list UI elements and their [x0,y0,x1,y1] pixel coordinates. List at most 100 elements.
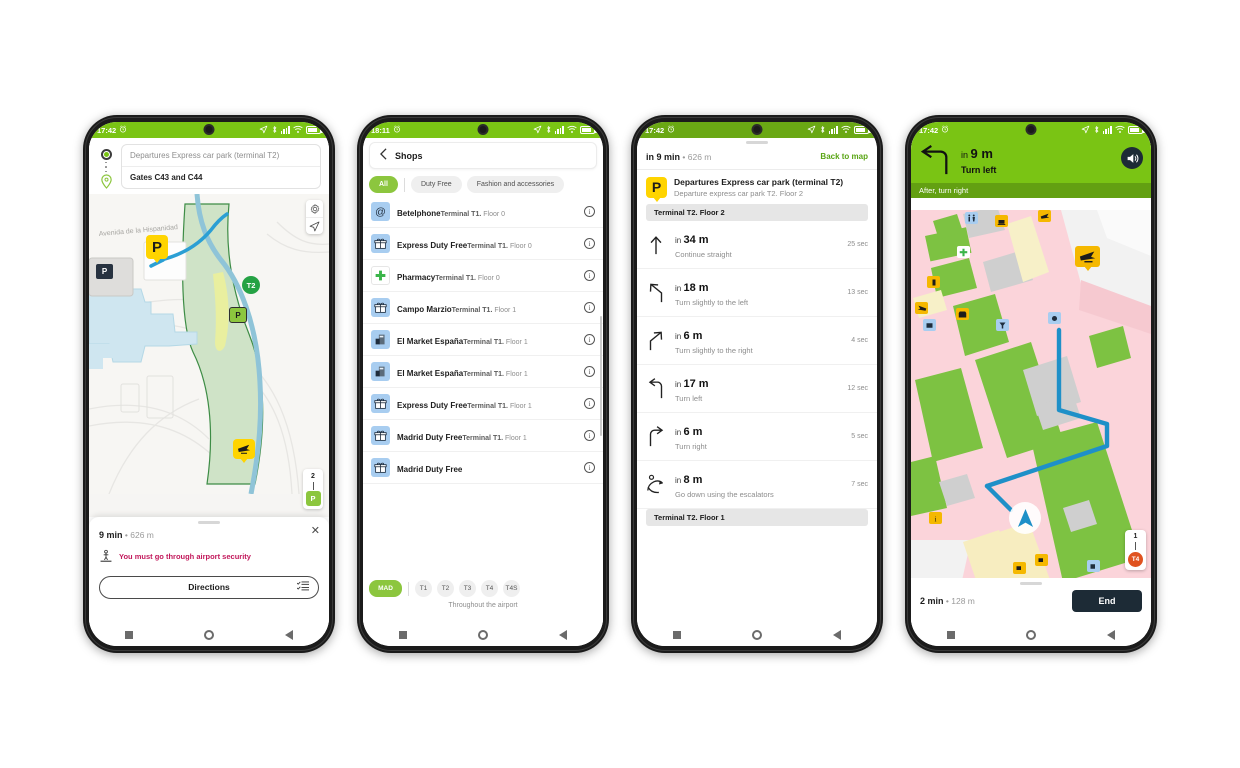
list-item[interactable]: Express Duty FreeTerminal T1. Floor 0 i [363,228,603,260]
sound-icon[interactable] [1121,147,1143,169]
info-icon[interactable]: i [584,430,595,441]
recent-apps-icon[interactable] [946,631,955,639]
map-marker-terminal-t2[interactable]: T2 [242,276,260,294]
direction-step[interactable]: in 8 m Go down using the escalators 7 se… [637,461,877,510]
back-icon[interactable] [285,630,294,640]
terminal-chip-t4[interactable]: T4 [481,580,498,597]
info-icon[interactable]: i [584,206,595,217]
floor-option-current[interactable]: T4 [1128,552,1143,567]
camera-notch [1025,124,1037,135]
poi-departures-icon[interactable] [1038,210,1051,222]
status-time: 17:42 [645,125,665,135]
step-instruction: Go down using the escalators [675,490,774,500]
list-scrollbar[interactable] [600,316,602,436]
direction-step[interactable]: in 17 m Turn left 12 sec [637,365,877,414]
recent-apps-icon[interactable] [398,631,407,639]
list-item[interactable]: PharmacyTerminal T1. Floor 0 i [363,260,603,292]
battery-icon [854,126,871,134]
map-canvas[interactable]: Avenida de la Hispanidad P T2 P P 2 P [89,194,329,517]
settings-gear-icon[interactable] [306,200,323,217]
floor-selector[interactable]: 1 T4 [1125,530,1146,570]
shops-list[interactable]: @ BetelphoneTerminal T1. Floor 0 i Expre… [363,196,603,574]
direction-step[interactable]: in 18 m Turn slightly to the left 13 sec [637,269,877,318]
info-icon[interactable]: i [584,398,595,409]
list-item[interactable]: Madrid Duty FreeTerminal T1. Floor 1 i [363,420,603,452]
close-icon[interactable]: ✕ [311,526,320,537]
sheet-grabber[interactable] [198,521,220,524]
info-icon[interactable]: i [584,462,595,473]
poi-gate-icon[interactable] [996,319,1009,331]
list-item[interactable]: Campo MarzioTerminal T1. Floor 1 i [363,292,603,324]
phone-1-map-overview: 17:42 Departures Express car park (termi… [83,115,335,653]
back-icon[interactable] [1107,630,1116,640]
filter-chip-all[interactable]: All [369,176,398,193]
home-icon[interactable] [203,630,214,640]
poi-baggage-cart-icon-2[interactable] [1035,554,1048,566]
poi-baggage-cart-icon[interactable] [1013,562,1026,574]
filter-chip-fashion[interactable]: Fashion and accessories [466,176,565,193]
terminal-chip-t2[interactable]: T2 [437,580,454,597]
poi-info-icon-top[interactable] [927,276,940,288]
back-icon[interactable] [559,630,568,640]
origin-input[interactable]: Departures Express car park (terminal T2… [122,145,320,166]
floor-option-2[interactable]: 2 [303,472,323,481]
list-item[interactable]: Madrid Duty Free i [363,452,603,484]
map-marker-destination-gate[interactable] [233,439,255,459]
wifi-icon [841,125,851,136]
at-sign-icon: @ [371,202,390,221]
destination-input[interactable]: Gates C43 and C44 [122,166,320,188]
poi-information-icon[interactable]: i [929,512,942,524]
poi-security-icon[interactable] [1048,312,1061,324]
map-marker-parking-green[interactable]: P [229,307,247,323]
recent-apps-icon[interactable] [124,631,133,639]
end-navigation-button[interactable]: End [1072,590,1142,612]
shop-location: Terminal T1. Floor 0 [440,210,506,218]
home-icon[interactable] [751,630,762,640]
poi-restroom-icon[interactable] [965,212,978,224]
navigation-map-canvas[interactable]: i 1 T4 [911,210,1151,578]
recent-apps-icon[interactable] [672,631,681,639]
terminal-chip-t3[interactable]: T3 [459,580,476,597]
info-icon[interactable]: i [584,334,595,345]
map-marker-parking-origin[interactable]: P [146,235,168,259]
back-to-map-button[interactable]: Back to map [820,152,868,161]
alarm-icon [941,125,949,135]
sheet-grabber[interactable] [1020,582,1042,585]
floor-option-1[interactable]: 1 [1125,533,1146,540]
direction-step[interactable]: in 34 m Continue straight 25 sec [637,221,877,270]
terminal-chip-t1[interactable]: T1 [415,580,432,597]
info-icon[interactable]: i [584,302,595,313]
poi-baggage-icon[interactable] [995,215,1008,227]
locate-me-icon[interactable] [306,217,323,234]
poi-pharmacy-icon[interactable] [957,246,970,258]
list-item[interactable]: El Market EspañaTerminal T1. Floor 1 i [363,356,603,388]
direction-step[interactable]: in 6 m Turn slightly to the right 4 sec [637,317,877,366]
location-arrow-icon [1081,125,1090,136]
step-instruction: Turn left [675,394,703,404]
info-icon[interactable]: i [584,270,595,281]
info-icon[interactable]: i [584,238,595,249]
terminal-chip-mad[interactable]: MAD [369,580,402,597]
map-marker-parking-dark[interactable]: P [96,264,113,279]
phone-2-shops-list: 18:11 Shops All Duty Free Fashion and ac… [357,115,609,653]
info-icon[interactable]: i [584,366,595,377]
poi-cafe-icon[interactable] [1087,560,1100,572]
list-item[interactable]: @ BetelphoneTerminal T1. Floor 0 i [363,196,603,228]
directions-button[interactable]: Directions [99,575,319,599]
back-icon[interactable] [833,630,842,640]
map-marker-departures-gate[interactable] [1075,246,1100,267]
poi-shop-icon[interactable] [956,308,969,320]
filter-chip-duty-free[interactable]: Duty Free [410,176,462,193]
list-item[interactable]: Express Duty FreeTerminal T1. Floor 1 i [363,388,603,420]
list-item[interactable]: El Market EspañaTerminal T1. Floor 1 i [363,324,603,356]
poi-arrivals-icon[interactable] [915,302,928,314]
svg-text:@: @ [375,206,386,218]
home-icon[interactable] [477,630,488,640]
floor-option-current[interactable]: P [305,491,321,506]
direction-step[interactable]: in 6 m Turn right 5 sec [637,413,877,462]
home-icon[interactable] [1025,630,1036,640]
floor-selector[interactable]: 2 P [303,469,323,509]
back-chevron-icon[interactable] [379,147,388,165]
terminal-chip-t4s[interactable]: T4S [503,580,520,597]
poi-lounge-icon[interactable] [923,319,936,331]
